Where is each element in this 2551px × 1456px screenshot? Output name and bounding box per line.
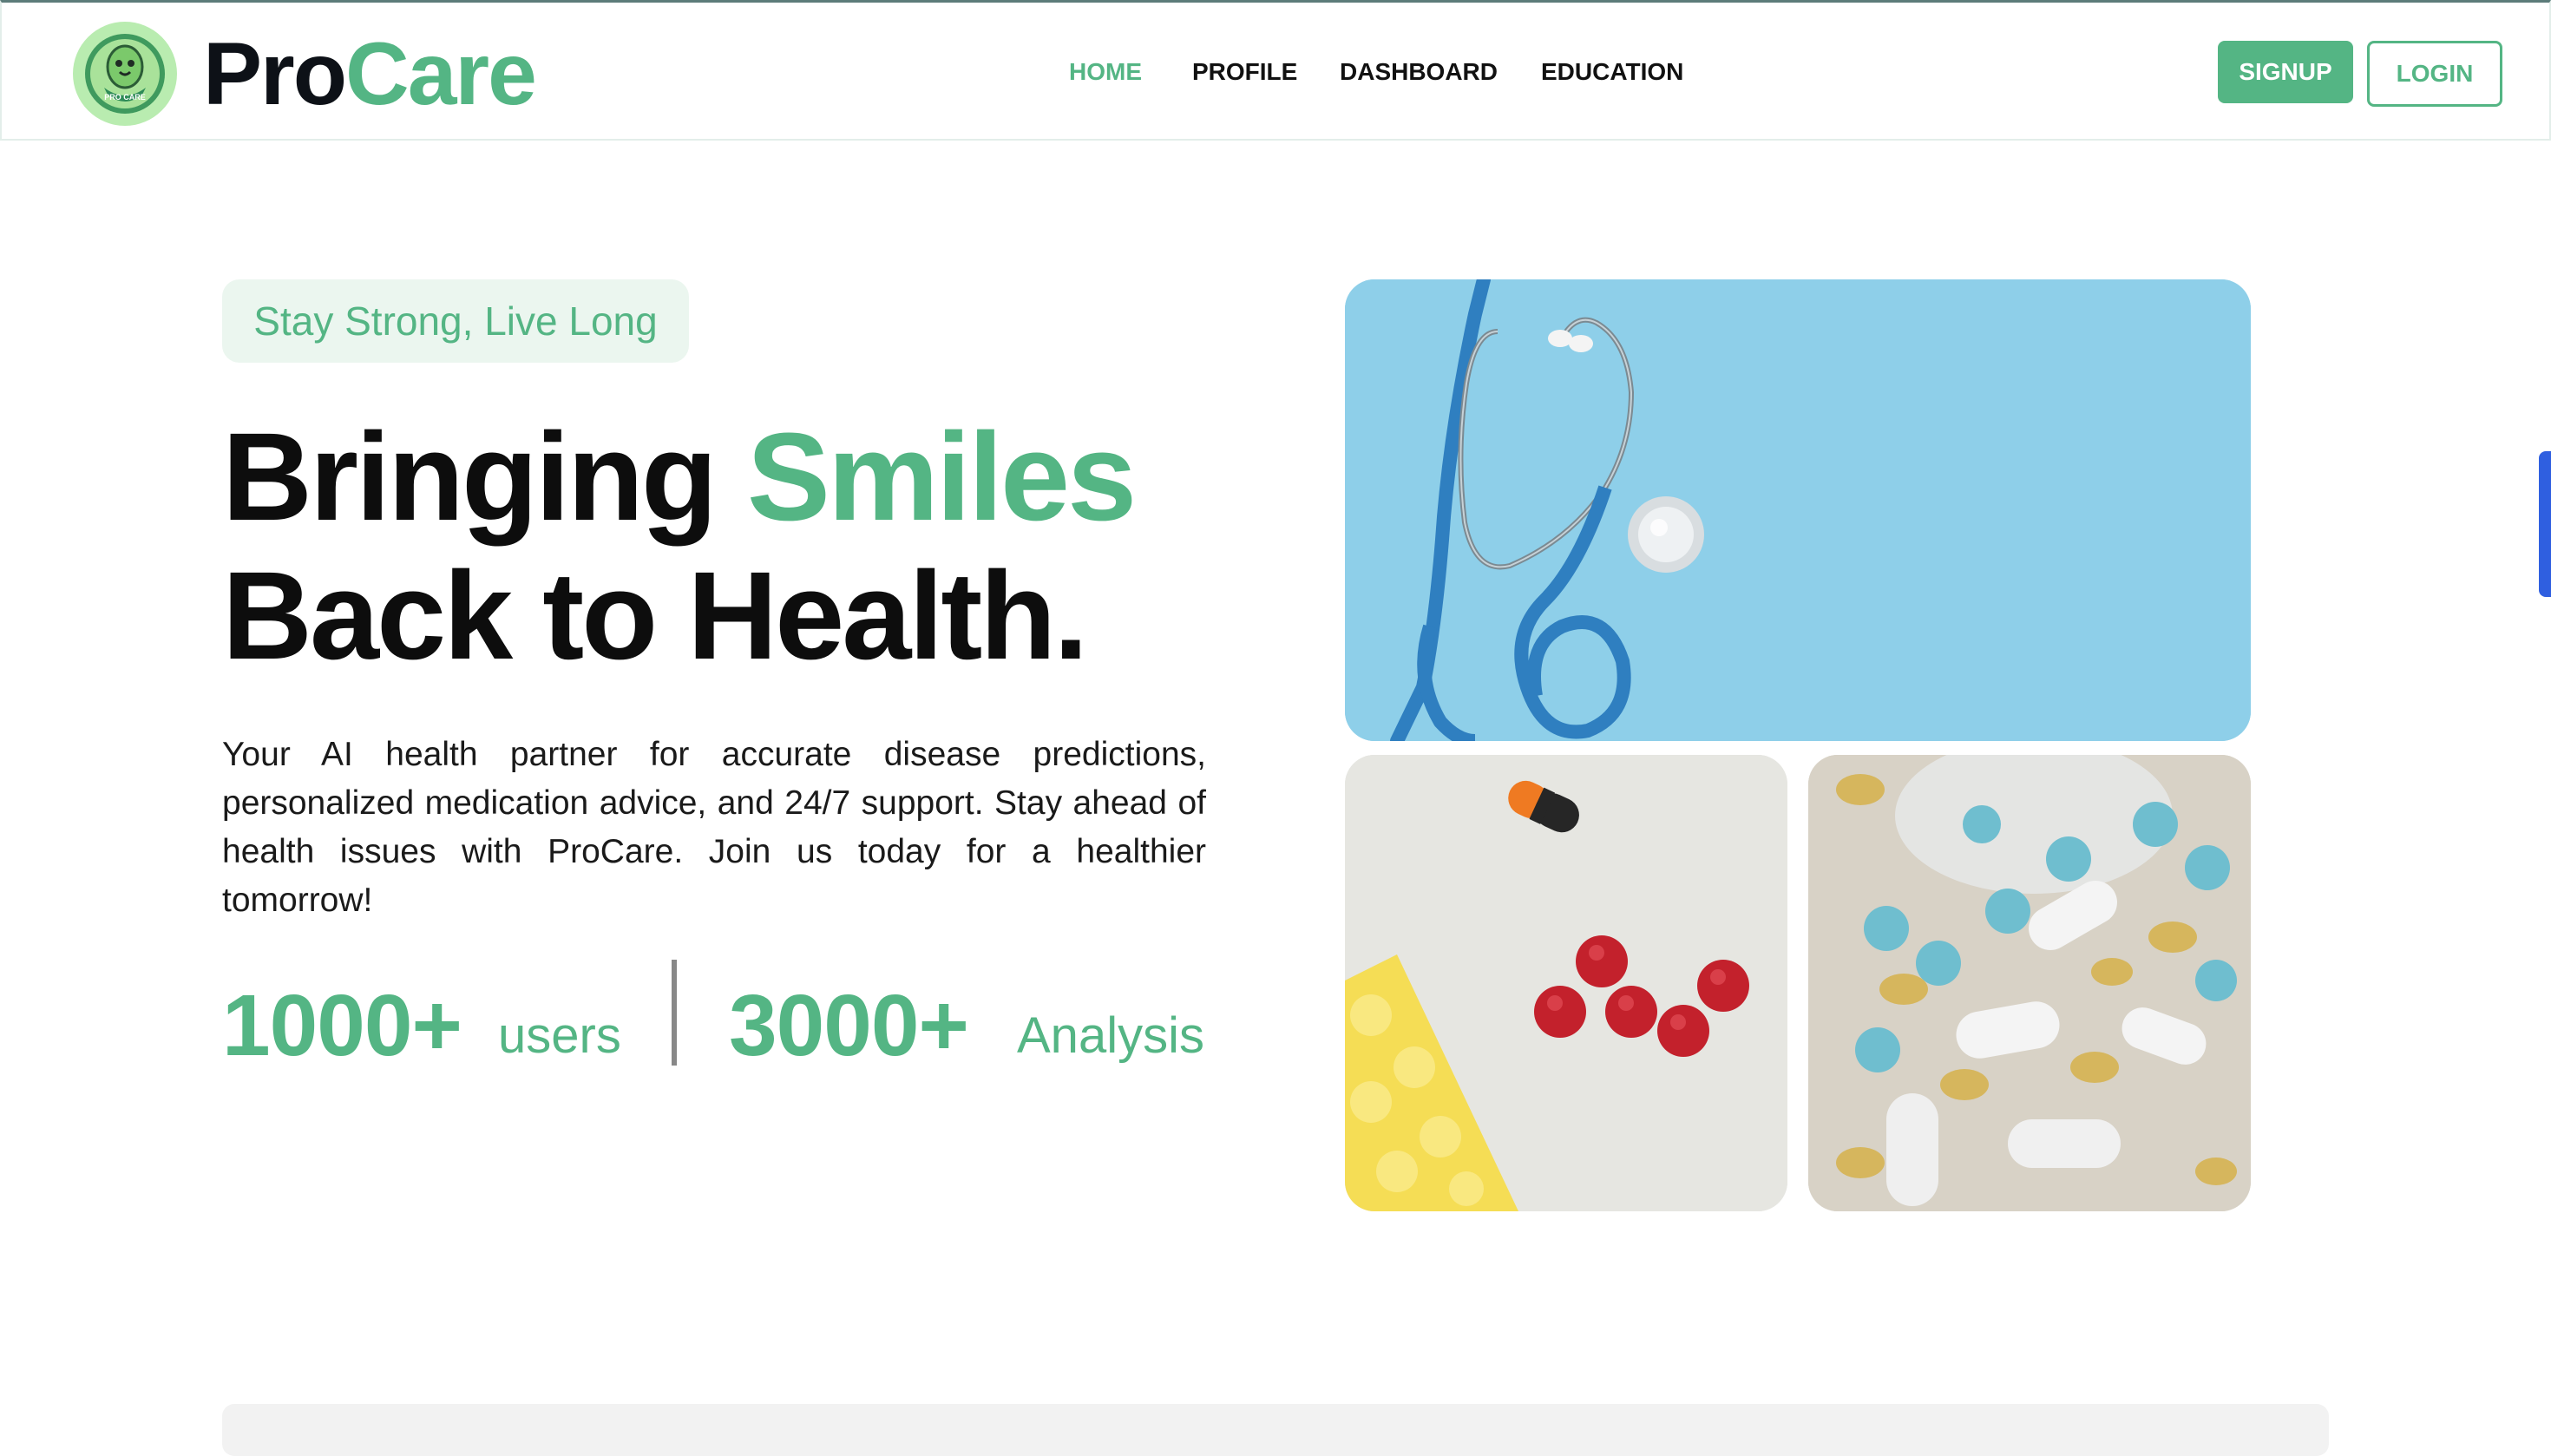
stat-analysis-number: 3000+ <box>729 977 969 1074</box>
nav-dashboard[interactable]: DASHBOARD <box>1340 58 1498 86</box>
hero-headline: Bringing Smiles Back to Health. <box>222 408 1350 685</box>
brand-name-care: Care <box>345 24 537 123</box>
top-navbar: PRO CARE ProCare HOME PROFILE DASHBOARD … <box>0 0 2551 141</box>
stat-divider <box>672 960 677 1066</box>
assorted-pills-image <box>1808 755 2251 1211</box>
next-section-card <box>222 1404 2329 1456</box>
headline-part1: Bringing <box>222 407 747 547</box>
headline-line2: Back to Health. <box>222 546 1088 685</box>
red-pills-image <box>1345 755 1787 1211</box>
feedback-side-tab[interactable] <box>2539 451 2551 597</box>
headline-accent: Smiles <box>746 407 1137 547</box>
nav-home[interactable]: HOME <box>1069 58 1142 86</box>
tagline-badge: Stay Strong, Live Long <box>222 279 689 363</box>
stat-users-number: 1000+ <box>222 977 462 1074</box>
nav-profile[interactable]: PROFILE <box>1192 58 1297 86</box>
stethoscope-image <box>1345 279 2251 741</box>
stat-users-label: users <box>498 1007 621 1064</box>
procare-logo-icon[interactable]: PRO CARE <box>73 22 177 126</box>
logo-text: PRO CARE <box>104 93 146 102</box>
nav-education[interactable]: EDUCATION <box>1541 58 1683 86</box>
signup-button[interactable]: SIGNUP <box>2218 41 2353 103</box>
login-button[interactable]: LOGIN <box>2367 41 2502 107</box>
hero-description: Your AI health partner for accurate dise… <box>222 736 1206 919</box>
stat-analysis-label: Analysis <box>1017 1007 1204 1064</box>
brand-name-pro: Pro <box>203 24 347 123</box>
brand-wordmark[interactable]: ProCare <box>203 23 537 124</box>
